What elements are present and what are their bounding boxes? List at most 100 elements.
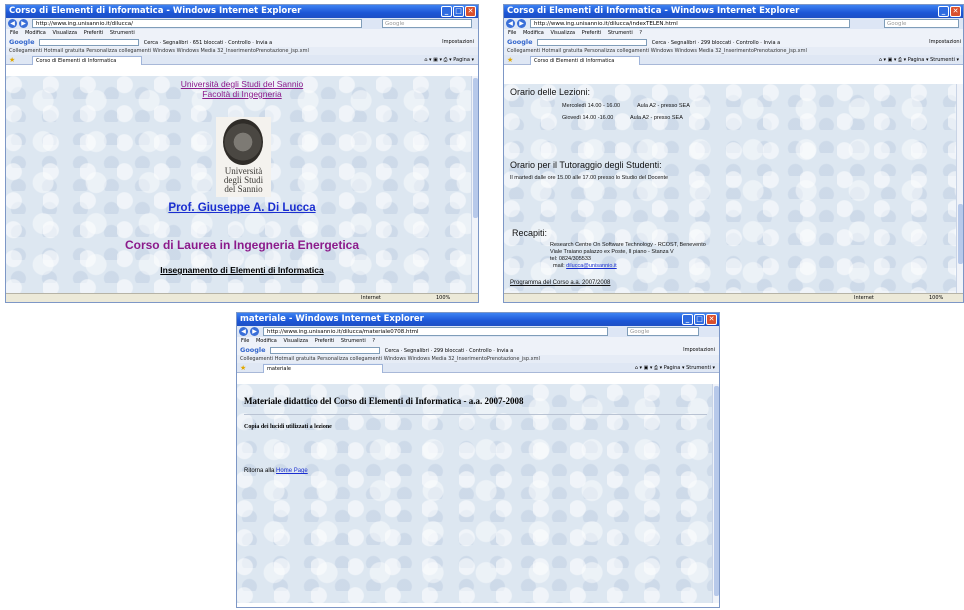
close-button[interactable]: ✕ <box>706 314 717 325</box>
menu-file[interactable]: File <box>241 338 249 344</box>
faculty-link[interactable]: Facoltà di Ingegneria <box>6 89 478 99</box>
zoom-level[interactable]: 100% <box>929 294 943 302</box>
professor-link[interactable]: Prof. Giuseppe A. Di Lucca <box>6 202 478 214</box>
cerca-button[interactable]: Cerca <box>144 40 158 46</box>
segnalibri-button[interactable]: Segnalibri <box>163 40 188 46</box>
controllo-button[interactable]: Controllo <box>228 40 251 46</box>
program-link[interactable]: Programma del Corso a.a. 2007/2008 <box>510 280 610 286</box>
back-icon[interactable]: ◀ <box>506 19 515 28</box>
url-input[interactable]: http://www.ing.unisannio.it/dilucca/inde… <box>530 19 850 28</box>
close-button[interactable]: ✕ <box>950 6 961 17</box>
links-bar[interactable]: Collegamenti Hotmail gratuita Personaliz… <box>237 355 719 363</box>
favorites-star-icon[interactable]: ★ <box>240 364 246 372</box>
invia-button[interactable]: Invia a <box>255 40 272 46</box>
search-input[interactable]: Google <box>627 327 699 336</box>
scroll-thumb[interactable] <box>473 78 478 218</box>
vertical-scrollbar[interactable] <box>956 84 963 293</box>
blocked-count[interactable]: 299 bloccati <box>701 40 732 46</box>
menu-visualizza[interactable]: Visualizza <box>283 338 308 344</box>
tab-materiale[interactable]: materiale <box>263 364 383 373</box>
google-search-field[interactable] <box>270 347 381 354</box>
google-logo: Google <box>240 346 266 354</box>
maximize-button[interactable]: □ <box>453 6 464 17</box>
invia-button[interactable]: Invia a <box>763 40 780 46</box>
menu-strumenti[interactable]: Strumenti <box>110 30 135 36</box>
mail-link[interactable]: dilucca@unisannio.it <box>566 263 617 269</box>
blocked-count[interactable]: 299 bloccati <box>434 348 465 354</box>
university-logo: Università degli Studi del Sannio <box>216 117 271 197</box>
controllo-button[interactable]: Controllo <box>736 40 759 46</box>
menu-preferiti[interactable]: Preferiti <box>315 338 335 344</box>
schedule-day-1: Mercoledì 14.00 - 16.00 <box>562 103 621 109</box>
links-bar[interactable]: Collegamenti Hotmail gratuita Personaliz… <box>6 47 478 55</box>
url-input[interactable]: http://www.ing.unisannio.it/dilucca/mate… <box>263 327 608 336</box>
favorites-star-icon[interactable]: ★ <box>9 56 15 64</box>
course-link[interactable]: Insegnamento di Elementi di Informatica <box>6 265 478 275</box>
schedule-room-2: Aula A2 - presso SEA <box>630 115 683 121</box>
menu-modifica[interactable]: Modifica <box>523 30 544 36</box>
university-link[interactable]: Università degli Studi del Sannio <box>6 79 478 89</box>
menu-preferiti[interactable]: Preferiti <box>84 30 104 36</box>
vertical-scrollbar[interactable] <box>471 76 478 293</box>
invia-button[interactable]: Invia a <box>496 348 513 354</box>
favorites-star-icon[interactable]: ★ <box>507 56 513 64</box>
menu-help[interactable]: ? <box>372 338 375 344</box>
vertical-scrollbar[interactable] <box>712 384 719 603</box>
cerca-button[interactable]: Cerca <box>652 40 666 46</box>
command-bar[interactable]: ⌂ ▾ ▣ ▾ ⎙ ▾ Pagina ▾ Strumenti ▾ <box>635 363 715 373</box>
menu-visualizza[interactable]: Visualizza <box>550 30 575 36</box>
back-icon[interactable]: ◀ <box>239 327 248 336</box>
forward-icon[interactable]: ▶ <box>250 327 259 336</box>
impostazioni-button[interactable]: Impostazioni <box>929 37 961 47</box>
impostazioni-button[interactable]: Impostazioni <box>683 345 715 355</box>
status-bar: Internet 100% <box>504 293 963 302</box>
contact-line-1: Research Centre On Software Technology -… <box>550 242 706 248</box>
close-button[interactable]: ✕ <box>465 6 476 17</box>
minimize-button[interactable]: _ <box>441 6 452 17</box>
segnalibri-button[interactable]: Segnalibri <box>671 40 696 46</box>
menu-file[interactable]: File <box>10 30 18 36</box>
browser-window-schedule: Corso di Elementi di Informatica - Windo… <box>503 4 964 303</box>
zoom-level[interactable]: 100% <box>436 294 450 302</box>
menu-modifica[interactable]: Modifica <box>256 338 277 344</box>
tab-corso[interactable]: Corso di Elementi di Informatica <box>530 56 640 65</box>
command-bar[interactable]: ⌂ ▾ ▣ ▾ ⎙ ▾ Pagina ▾ Strumenti ▾ <box>879 55 959 65</box>
links-bar[interactable]: Collegamenti Hotmail gratuita Personaliz… <box>504 47 963 55</box>
back-icon[interactable]: ◀ <box>8 19 17 28</box>
url-input[interactable]: http://www.ing.unisannio.it/dilucca/ <box>32 19 362 28</box>
contact-line-3: tel: 0824/305533 <box>550 256 591 262</box>
menu-strumenti[interactable]: Strumenti <box>608 30 633 36</box>
cerca-button[interactable]: Cerca <box>385 348 399 354</box>
status-zone: Internet <box>854 295 874 301</box>
google-toolbar: Google Cerca · Segnalibri · 651 bloccati… <box>6 37 478 47</box>
minimize-button[interactable]: _ <box>682 314 693 325</box>
google-search-field[interactable] <box>537 39 648 46</box>
forward-icon[interactable]: ▶ <box>517 19 526 28</box>
impostazioni-button[interactable]: Impostazioni <box>442 37 474 47</box>
scroll-thumb[interactable] <box>958 204 963 264</box>
page-content <box>237 384 712 603</box>
menu-preferiti[interactable]: Preferiti <box>582 30 602 36</box>
google-search-field[interactable] <box>39 39 140 46</box>
menu-help[interactable]: ? <box>639 30 642 36</box>
tab-corso[interactable]: Corso di Elementi di Informatica <box>32 56 142 65</box>
menu-modifica[interactable]: Modifica <box>25 30 46 36</box>
blocked-count[interactable]: 651 bloccati <box>193 40 224 46</box>
maximize-button[interactable]: □ <box>694 314 705 325</box>
segnalibri-button[interactable]: Segnalibri <box>404 348 429 354</box>
page-heading: Materiale didattico del Corso di Element… <box>244 396 524 406</box>
scroll-thumb[interactable] <box>714 386 719 596</box>
search-input[interactable]: Google <box>884 19 959 28</box>
home-page-link[interactable]: Home Page <box>276 468 308 474</box>
menu-visualizza[interactable]: Visualizza <box>52 30 77 36</box>
minimize-button[interactable]: _ <box>938 6 949 17</box>
google-toolbar: Google Cerca · Segnalibri · 299 bloccati… <box>237 345 719 355</box>
command-bar[interactable]: ⌂ ▾ ▣ ▾ ⎙ ▾ Pagina ▾ <box>424 55 474 65</box>
menu-strumenti[interactable]: Strumenti <box>341 338 366 344</box>
search-input[interactable]: Google <box>382 19 472 28</box>
menu-file[interactable]: File <box>508 30 516 36</box>
controllo-button[interactable]: Controllo <box>469 348 492 354</box>
degree-title: Corso di Laurea in Ingegneria Energetica <box>124 238 360 252</box>
return-text: Ritorna alla <box>244 468 275 474</box>
forward-icon[interactable]: ▶ <box>19 19 28 28</box>
